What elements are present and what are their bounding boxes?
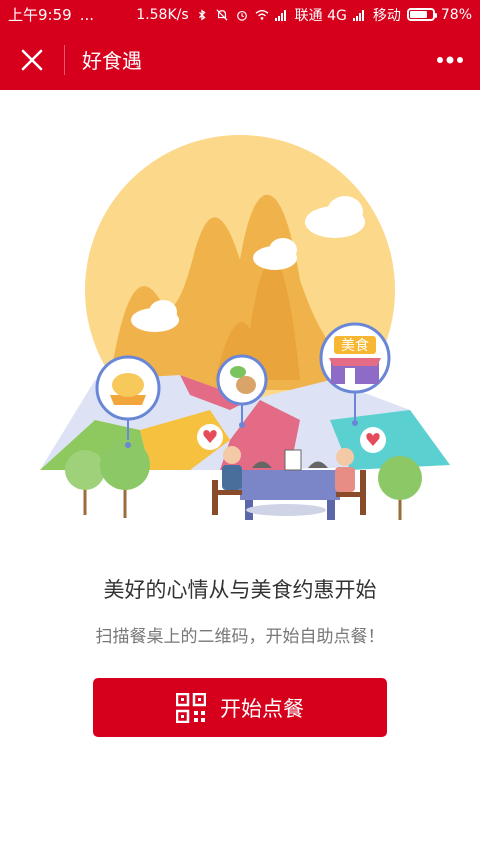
bluetooth-icon xyxy=(198,9,206,20)
subline: 扫描餐桌上的二维码，开始自助点餐！ xyxy=(95,627,385,647)
status-time: 上午9:59 xyxy=(8,6,72,24)
shop-sign-text: 美食 xyxy=(341,337,369,354)
more-icon xyxy=(437,56,463,63)
close-button[interactable] xyxy=(0,29,64,90)
headline: 美好的心情从与美食约惠开始 xyxy=(103,578,377,602)
hero-illustration: 美食 xyxy=(40,135,450,520)
page-title: 好食遇 xyxy=(82,49,142,73)
qr-code-icon xyxy=(176,692,206,723)
battery-percent: 78% xyxy=(440,6,472,23)
status-dots: ... xyxy=(79,5,94,24)
start-order-label: 开始点餐 xyxy=(220,696,304,721)
close-icon xyxy=(21,49,43,70)
network-speed: 1.58K/s xyxy=(136,6,189,23)
more-button[interactable] xyxy=(420,29,480,90)
battery-icon xyxy=(406,8,437,21)
signal-icon-2 xyxy=(352,9,364,21)
carrier-2: 移动 xyxy=(372,7,401,24)
status-bar: 上午9:59 ... 1.58K/s 联通 4G 移动 78% xyxy=(0,0,480,29)
signal-icon xyxy=(274,9,286,21)
carrier-1: 联通 4G xyxy=(294,7,347,24)
nav-bar: 好食遇 xyxy=(0,29,480,90)
wifi-icon xyxy=(255,9,269,20)
mute-icon xyxy=(216,8,228,21)
start-order-button[interactable]: 开始点餐 xyxy=(93,678,387,737)
alarm-icon xyxy=(236,10,247,21)
